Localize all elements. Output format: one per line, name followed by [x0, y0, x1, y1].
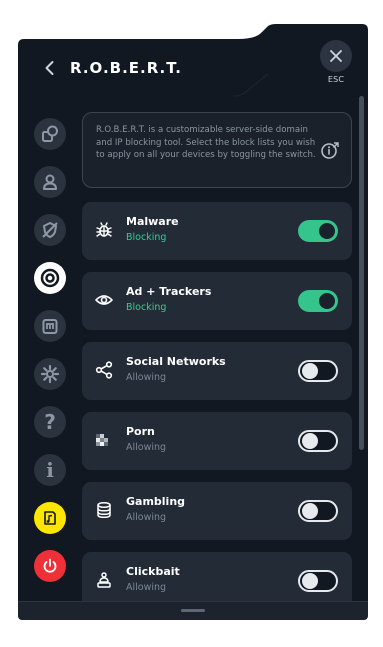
- robert-panel: R.O.B.E.R.T. ESC ? i R.O.B.E.R.T. is a c…: [18, 24, 368, 620]
- blocklist-status: Blocking: [126, 302, 167, 313]
- blocklist-status: Allowing: [126, 512, 167, 523]
- page-title: R.O.B.E.R.T.: [70, 59, 182, 77]
- robert-icon: [40, 268, 60, 288]
- info-icon: i: [46, 458, 54, 482]
- blocklist-name: Malware: [126, 215, 179, 228]
- blocklist-card-porn: Porn Allowing: [82, 412, 352, 470]
- sidebar-item-split-tunneling[interactable]: [34, 214, 66, 246]
- sidebar-item-robert[interactable]: [34, 262, 66, 294]
- sidebar-item-quit[interactable]: [34, 550, 66, 582]
- power-icon: [43, 558, 57, 573]
- share-icon: [95, 361, 113, 379]
- bait-icon: [97, 572, 111, 588]
- eye-icon: [95, 295, 113, 305]
- toggle-knob: [302, 433, 318, 449]
- blocklist-card-malware: Malware Blocking: [82, 202, 352, 260]
- drag-handle[interactable]: [181, 609, 205, 612]
- blocklist-name: Social Networks: [126, 355, 226, 368]
- blocklist-card-gambling: Gambling Allowing: [82, 482, 352, 540]
- gambling-toggle[interactable]: [298, 500, 338, 522]
- blocklist-name: Ad + Trackers: [126, 285, 212, 298]
- sidebar-item-settings[interactable]: [34, 358, 66, 390]
- music-file-icon: [44, 511, 56, 525]
- help-icon: ?: [44, 410, 56, 434]
- info-external-icon[interactable]: [319, 139, 341, 161]
- blocklist-status: Allowing: [126, 582, 167, 593]
- footer-bar: [18, 601, 368, 620]
- blocklist-name: Clickbait: [126, 565, 180, 578]
- gear-icon: [40, 364, 60, 384]
- blocklist-name: Gambling: [126, 495, 186, 508]
- blocklist-status: Allowing: [126, 372, 167, 383]
- coins-icon: [97, 501, 111, 519]
- storage-icon: [42, 319, 58, 334]
- blocklist-status: Allowing: [126, 442, 167, 453]
- blocklist-card-ad-trackers: Ad + Trackers Blocking: [82, 272, 352, 330]
- toggle-knob: [319, 223, 335, 239]
- sidebar-item-storage[interactable]: [34, 310, 66, 342]
- info-description: R.O.B.E.R.T. is a customizable server-si…: [96, 125, 316, 161]
- close-button[interactable]: [320, 40, 352, 72]
- scrollbar[interactable]: [359, 96, 364, 450]
- sidebar-item-help[interactable]: ?: [34, 406, 66, 438]
- user-icon: [43, 174, 57, 190]
- close-icon: [330, 50, 342, 62]
- sidebar-item-account[interactable]: [34, 166, 66, 198]
- sidebar-item-features[interactable]: [34, 118, 66, 150]
- toggle-knob: [302, 363, 318, 379]
- toggle-knob: [302, 503, 318, 519]
- info-box: R.O.B.E.R.T. is a customizable server-si…: [82, 112, 352, 188]
- esc-label: ESC: [327, 75, 345, 84]
- shield-slash-icon: [42, 222, 58, 238]
- shapes-icon: [42, 125, 58, 142]
- chevron-left-icon: [45, 61, 54, 75]
- clickbait-toggle[interactable]: [298, 570, 338, 592]
- blocklist-name: Porn: [126, 425, 155, 438]
- pixelated-icon: [96, 434, 108, 446]
- porn-toggle[interactable]: [298, 430, 338, 452]
- back-button[interactable]: [40, 58, 60, 78]
- sidebar-item-about[interactable]: i: [34, 454, 66, 486]
- blocklist-card-social-networks: Social Networks Allowing: [82, 342, 352, 400]
- toggle-knob: [319, 293, 335, 309]
- malware-toggle[interactable]: [298, 220, 338, 242]
- sidebar-item-news[interactable]: [34, 502, 66, 534]
- ad-trackers-toggle[interactable]: [298, 290, 338, 312]
- bug-icon: [96, 222, 112, 237]
- social-networks-toggle[interactable]: [298, 360, 338, 382]
- toggle-knob: [302, 573, 318, 589]
- blocklist-status: Blocking: [126, 232, 167, 243]
